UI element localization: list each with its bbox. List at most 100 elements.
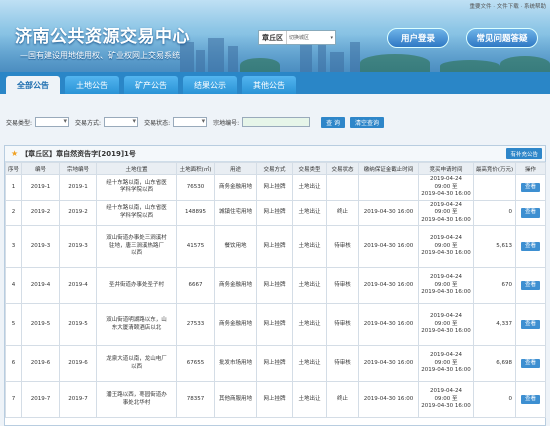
- supplement-button[interactable]: 有补充公告: [506, 148, 542, 159]
- view-button[interactable]: 查看: [520, 358, 540, 369]
- cell-location: 双山街道办事处三涧溪村 驻地，唐三涧溪热路厂 以西: [96, 225, 177, 268]
- cell-deadline: 2019-04-30 16:00: [358, 345, 419, 382]
- cell-method: 网上挂牌: [256, 345, 293, 382]
- cell-parcel: 2019-2: [59, 199, 97, 226]
- region-selector[interactable]: 章丘区 切换城区 ▾: [258, 30, 336, 45]
- top-links[interactable]: 重要文件 · 文件下载 · 系统帮助: [470, 2, 547, 10]
- cell-location: 经十东路以南，山东省医 学科学院以西: [96, 199, 177, 226]
- cell-use: 商务金融用地: [214, 303, 257, 346]
- column-header: 缴纳保证金截止时间: [358, 162, 419, 175]
- cell-code: 2019-4: [21, 267, 60, 304]
- cell-area: 6667: [176, 267, 215, 304]
- status-label: 交易状态:: [144, 119, 171, 127]
- cell-use: 城镇住宅用地: [214, 199, 257, 226]
- cell-area: 76530: [176, 174, 215, 201]
- view-button[interactable]: 查看: [520, 241, 540, 252]
- table-row: 1 2019-1 2019-1 经十东路以南，山东省医 学科学院以西 76530 商务金融用…: [5, 174, 546, 201]
- cell-price: 0: [473, 199, 516, 226]
- cell-price: 0: [473, 381, 516, 418]
- cell-status: [326, 174, 359, 201]
- site-subtitle: —国有建设用地使用权、矿业权网上交易系统: [20, 51, 180, 60]
- cell-no: 6: [5, 345, 22, 382]
- type-select[interactable]: [35, 117, 70, 127]
- cell-method: 网上挂牌: [256, 199, 293, 226]
- login-button[interactable]: 用户登录: [387, 28, 449, 48]
- cell-op: 查看: [515, 381, 546, 418]
- cell-code: 2019-3: [21, 225, 60, 268]
- cell-code: 2019-5: [21, 303, 60, 346]
- cell-area: 27533: [176, 303, 215, 346]
- cell-use: 其他商服用地: [214, 381, 257, 418]
- region-dropdown[interactable]: 切换城区 ▾: [286, 31, 335, 44]
- view-button[interactable]: 查看: [520, 280, 540, 291]
- cell-method: 网上挂牌: [256, 225, 293, 268]
- cell-status: 待审核: [326, 267, 359, 304]
- cell-status: 终止: [326, 199, 359, 226]
- cell-use: 商务金融用地: [214, 267, 257, 304]
- status-select[interactable]: [173, 117, 208, 127]
- view-button[interactable]: 查看: [520, 208, 540, 218]
- cell-op: 查看: [515, 225, 546, 268]
- cell-no: 1: [5, 174, 22, 201]
- column-header: 土地位置: [96, 162, 177, 175]
- cell-use: 批发市场用地: [214, 345, 257, 382]
- table-header: 序号 编号 宗地编号 土地位置 土地面积(㎡) 用途 交易方式 交易类型 交易状态 缴纳保证金截止…: [5, 162, 546, 175]
- cell-parcel: 2019-4: [59, 267, 97, 304]
- cell-op: 查看: [515, 199, 546, 226]
- cell-deadline: 2019-04-30 16:00: [358, 267, 419, 304]
- method-select[interactable]: [104, 117, 139, 127]
- cell-type: 土地出让: [292, 267, 327, 304]
- faq-button[interactable]: 常见问题答疑: [466, 28, 538, 48]
- cell-price: 4,337: [473, 303, 516, 346]
- cell-code: 2019-1: [21, 174, 60, 201]
- tab-land-announcements[interactable]: 土地公告: [65, 76, 119, 94]
- method-label: 交易方式:: [75, 119, 102, 127]
- cell-price: 670: [473, 267, 516, 304]
- view-button[interactable]: 查看: [520, 394, 540, 405]
- view-button[interactable]: 查看: [520, 182, 540, 192]
- search-button[interactable]: 查 询: [321, 116, 346, 128]
- cell-op: 查看: [515, 174, 546, 201]
- tab-other-announcements[interactable]: 其他公告: [242, 76, 296, 94]
- table-row: 3 2019-3 2019-3 双山街道办事处三涧溪村 驻地，唐三涧溪热路厂 以西 4157…: [5, 225, 546, 268]
- cell-op: 查看: [515, 267, 546, 304]
- table-row: 7 2019-7 2019-7 潘王路以西，枣园街道办 事处北华村 78357 其他商服用地…: [5, 381, 546, 418]
- cell-deadline: 2019-04-30 16:00: [358, 303, 419, 346]
- cell-deadline: 2019-04-30 16:00: [358, 381, 419, 418]
- view-button[interactable]: 查看: [520, 319, 540, 330]
- cell-code: 2019-7: [21, 381, 60, 418]
- cell-parcel: 2019-6: [59, 345, 97, 382]
- cell-area: 78357: [176, 381, 215, 418]
- cell-parcel: 2019-7: [59, 381, 97, 418]
- table-row: 6 2019-6 2019-6 龙泉大道以南，龙山电厂 以西 67655 批发市场用地 网上挂…: [5, 345, 546, 382]
- cell-method: 网上挂牌: [256, 267, 293, 304]
- parcel-input[interactable]: [242, 117, 311, 127]
- column-header: 用途: [214, 162, 257, 175]
- cell-area: 148895: [176, 199, 215, 226]
- column-header: 序号: [5, 162, 22, 175]
- cell-location: 圣井街道办事处圣子村: [96, 267, 177, 304]
- cell-deadline: 2019-04-30 16:00: [358, 199, 419, 226]
- parcel-table: 序号 编号 宗地编号 土地位置 土地面积(㎡) 用途 交易方式 交易类型 交易状态 缴纳保证金截止…: [5, 162, 546, 418]
- cell-price: 6,698: [473, 345, 516, 382]
- cell-type: 土地出让: [292, 225, 327, 268]
- column-header: 最高竞价(万元): [473, 162, 516, 175]
- cell-status: 待审核: [326, 345, 359, 382]
- cell-location: 经十东路以南，山东省医 学科学院以西: [96, 174, 177, 201]
- tab-result-publicity[interactable]: 结果公示: [183, 76, 237, 94]
- tab-all-announcements[interactable]: 全部公告: [6, 76, 60, 94]
- announcement-panel: ★ 【章丘区】章自然资告字[2019]1号 有补充公告 序号 编号 宗地编号 土地位置…: [4, 145, 546, 426]
- column-header: 交易类型: [292, 162, 327, 175]
- filter-bar: 交易类型: 交易方式: 交易状态: 宗地编号: 查 询 清空查询: [0, 114, 550, 130]
- cell-apply: 2019-04-24 09:00 至 2019-04-30 16:00: [418, 267, 474, 304]
- chevron-down-icon: ▾: [330, 34, 333, 41]
- cell-parcel: 2019-1: [59, 174, 97, 201]
- parcel-label: 宗地编号:: [213, 119, 240, 127]
- reset-button[interactable]: 清空查询: [350, 116, 385, 128]
- cell-apply: 2019-04-24 09:00 至 2019-04-30 16:00: [418, 199, 474, 226]
- cell-op: 查看: [515, 303, 546, 346]
- tab-mineral-announcements[interactable]: 矿产公告: [124, 76, 178, 94]
- cell-type: 土地出让: [292, 345, 327, 382]
- cell-deadline: 2019-04-30 16:00: [358, 225, 419, 268]
- cell-no: 2: [5, 199, 22, 226]
